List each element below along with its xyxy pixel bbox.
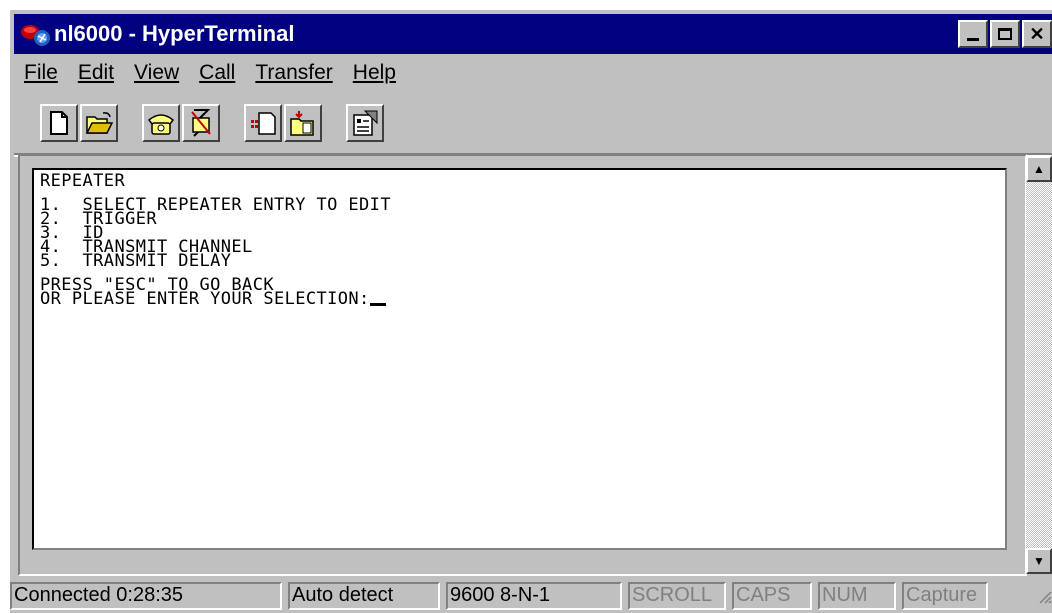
- status-caps: CAPS: [732, 581, 812, 610]
- connect-icon: [147, 114, 175, 135]
- menu-edit[interactable]: Edit: [68, 61, 124, 85]
- menu-transfer[interactable]: Transfer: [245, 61, 342, 85]
- menu-bar: File Edit View Call Transfer Help: [14, 56, 406, 90]
- terminal-prompt-line: OR PLEASE ENTER YOUR SELECTION:: [40, 289, 1005, 309]
- menu-file[interactable]: File: [14, 61, 68, 85]
- text-cursor: [369, 303, 386, 306]
- scroll-track[interactable]: [1026, 182, 1052, 548]
- menu-view[interactable]: View: [124, 61, 189, 85]
- minimize-icon: [967, 37, 979, 41]
- terminal-line: 1. SELECT REPEATER ENTRY TO EDIT: [40, 195, 391, 215]
- scroll-up-button[interactable]: ▲: [1026, 156, 1052, 182]
- status-capture: Capture: [902, 581, 988, 610]
- menu-help[interactable]: Help: [343, 61, 406, 85]
- close-button[interactable]: ✕: [1022, 20, 1052, 48]
- status-scroll: SCROLL: [628, 581, 726, 610]
- properties-icon: [353, 110, 378, 136]
- terminal-line: 5. TRANSMIT DELAY: [40, 251, 232, 271]
- vertical-scrollbar[interactable]: ▲ ▼: [1026, 156, 1052, 574]
- terminal-prompt: OR PLEASE ENTER YOUR SELECTION:: [40, 289, 370, 309]
- new-button[interactable]: [40, 104, 78, 142]
- open-button[interactable]: [80, 104, 118, 142]
- terminal-line: REPEATER: [40, 171, 126, 191]
- maximize-button[interactable]: [990, 20, 1020, 48]
- title-bar[interactable]: nl6000 - HyperTerminal ✕: [14, 14, 1052, 54]
- arrow-down-icon: ▼: [1033, 554, 1045, 568]
- terminal-frame: REPEATER 1. SELECT REPEATER ENTRY TO EDI…: [18, 154, 1027, 576]
- status-port-settings: 9600 8-N-1: [446, 581, 622, 610]
- arrow-up-icon: ▲: [1033, 162, 1045, 176]
- send-button[interactable]: [244, 104, 282, 142]
- disconnect-button[interactable]: [182, 104, 220, 142]
- window-title: nl6000 - HyperTerminal: [54, 21, 295, 46]
- hyperterminal-window: nl6000 - HyperTerminal ✕ File Edit View …: [10, 10, 1052, 613]
- resize-grip-icon[interactable]: [1036, 588, 1052, 604]
- terminal-line: 2. TRIGGER: [40, 209, 157, 229]
- connect-button[interactable]: [142, 104, 180, 142]
- terminal-screen[interactable]: REPEATER 1. SELECT REPEATER ENTRY TO EDI…: [32, 168, 1007, 550]
- send-icon: [251, 112, 276, 135]
- window-controls: ✕: [956, 20, 1052, 48]
- open-icon: [85, 112, 113, 134]
- minimize-button[interactable]: [958, 20, 988, 48]
- terminal-border: REPEATER 1. SELECT REPEATER ENTRY TO EDI…: [22, 158, 1023, 572]
- new-icon: [50, 111, 68, 135]
- receive-icon: [290, 111, 314, 136]
- menu-call[interactable]: Call: [189, 61, 245, 85]
- scroll-down-button[interactable]: ▼: [1026, 548, 1052, 574]
- disconnect-icon: [191, 109, 211, 137]
- receive-button[interactable]: [284, 104, 322, 142]
- status-bar: Connected 0:28:35 Auto detect 9600 8-N-1…: [10, 578, 1052, 613]
- toolbar: [40, 102, 386, 144]
- status-emulation: Auto detect: [288, 581, 440, 610]
- close-icon: ✕: [1029, 23, 1045, 44]
- status-connection: Connected 0:28:35: [10, 581, 282, 610]
- properties-button[interactable]: [346, 104, 384, 142]
- maximize-icon: [998, 28, 1012, 40]
- hyperterminal-app-icon[interactable]: [18, 18, 52, 50]
- status-num: NUM: [818, 581, 896, 610]
